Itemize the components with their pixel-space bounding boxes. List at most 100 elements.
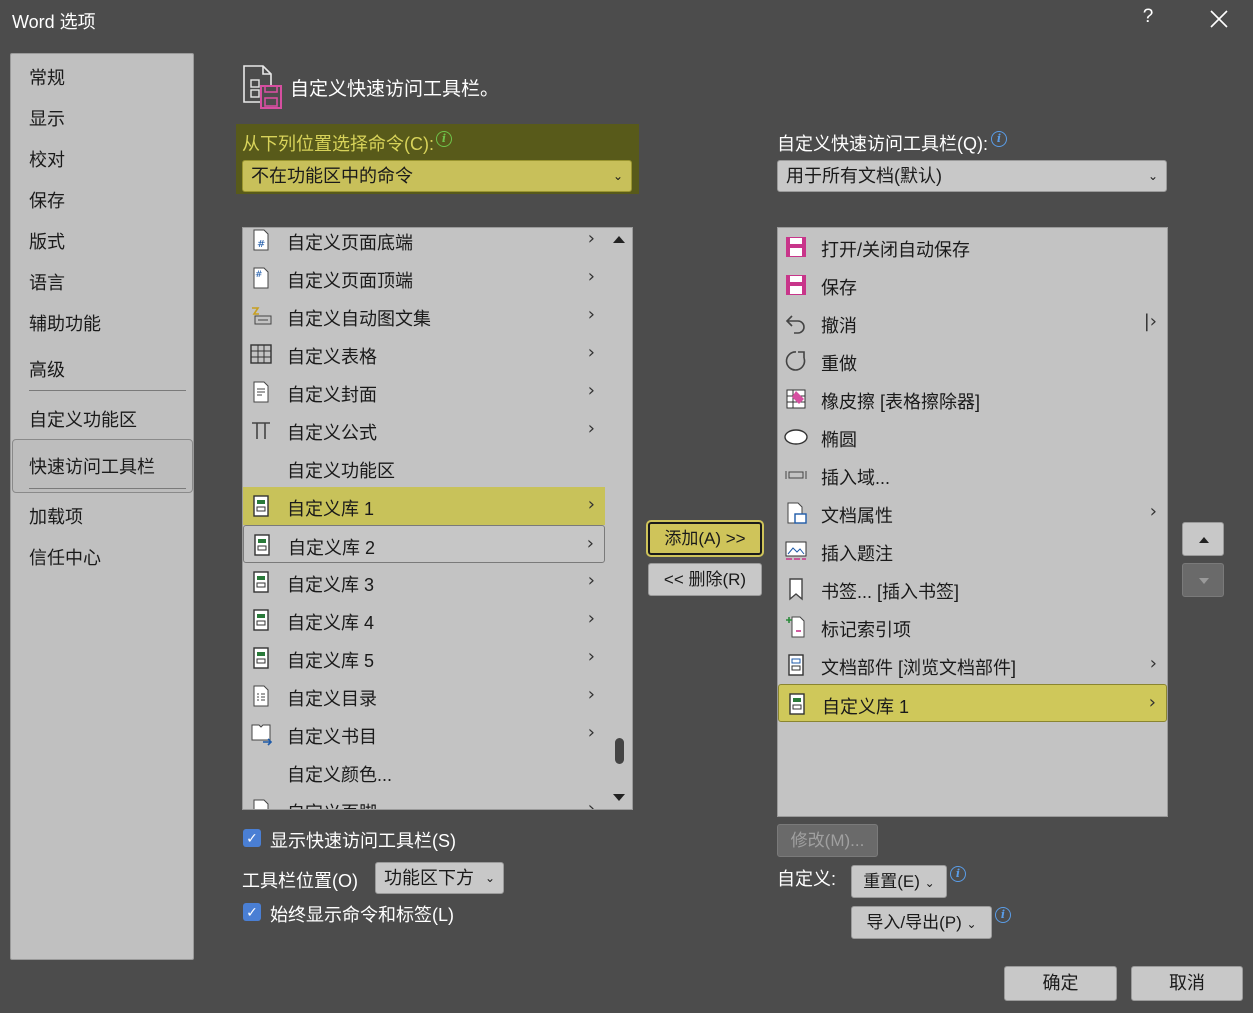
eraser-icon (786, 389, 806, 409)
close-button[interactable] (1206, 5, 1232, 33)
move-down-button[interactable] (1182, 563, 1224, 597)
command-list-item[interactable]: 自定义库 2 › (243, 525, 605, 563)
chevron-right-icon[interactable]: › (588, 494, 595, 515)
item-label: 自定义库 4 (287, 613, 375, 633)
always-show-labels-checkbox[interactable]: ✓ (243, 903, 261, 921)
reset-button[interactable]: 重置(E) ⌄ (851, 865, 947, 898)
command-list-item[interactable]: 自定义目录 › (243, 677, 605, 715)
qat-list-item[interactable]: 文档部件 [浏览文档部件] › (778, 646, 1167, 684)
info-icon[interactable]: i (995, 907, 1011, 923)
commands-list[interactable]: # 自定义页面底端 › # 自定义页面顶端 › 自定义自动图文集 › 自定义表格 › 自定义封面 › 自… (242, 227, 633, 810)
show-qat-checkbox[interactable]: ✓ (243, 829, 261, 847)
item-label: 撤消 (821, 316, 857, 336)
item-label: 自定义表格 (287, 347, 377, 367)
qat-list-item[interactable]: 书签... [插入书签] (778, 570, 1167, 608)
qat-list-item[interactable]: 文档属性 › (778, 494, 1167, 532)
qat-scope-dropdown[interactable]: 用于所有文档(默认) ⌄ (777, 160, 1167, 192)
chevron-right-icon[interactable]: › (588, 608, 595, 629)
qat-list-item[interactable]: 椭圆 (778, 418, 1167, 456)
import-export-label: 导入/导出(P) (866, 913, 962, 932)
qat-list-item[interactable]: 橡皮擦 [表格擦除器] (778, 380, 1167, 418)
qat-list-item[interactable]: 标记索引项 (778, 608, 1167, 646)
ok-button[interactable]: 确定 (1004, 966, 1117, 1001)
chevron-right-icon[interactable]: › (1149, 692, 1156, 713)
chevron-right-icon[interactable]: |› (1144, 311, 1157, 332)
chevron-right-icon[interactable]: › (588, 570, 595, 591)
chevron-right-icon[interactable]: › (1150, 501, 1157, 522)
move-up-button[interactable] (1182, 522, 1224, 556)
chevron-right-icon[interactable]: › (588, 342, 595, 363)
toolbar-position-dropdown[interactable]: 功能区下方 ⌄ (375, 862, 504, 894)
command-list-item[interactable]: 自定义颜色... (243, 753, 605, 791)
qat-commands-list[interactable]: 打开/关闭自动保存 保存撤消 |› 重做 橡皮擦 [表格擦除器] 椭圆 插入域... 文档属性… (777, 227, 1168, 817)
sidebar-item-quick-access-toolbar[interactable]: 快速访问工具栏 (29, 453, 155, 479)
qat-list-item[interactable]: 打开/关闭自动保存 (778, 228, 1167, 266)
item-label: 文档部件 [浏览文档部件] (821, 658, 1017, 678)
qat-list-item[interactable]: 重做 (778, 342, 1167, 380)
chevron-right-icon[interactable]: › (1150, 653, 1157, 674)
qat-list-item[interactable]: 保存 (778, 266, 1167, 304)
chevron-right-icon[interactable]: › (588, 798, 595, 809)
chevron-right-icon[interactable]: › (588, 380, 595, 401)
chevron-right-icon[interactable]: › (588, 228, 595, 249)
command-list-item[interactable]: 自定义公式 › (243, 411, 605, 449)
scroll-up-icon[interactable] (612, 234, 626, 244)
sidebar-item-add-ins[interactable]: 加载项 (29, 503, 83, 529)
modify-button[interactable]: 修改(M)... (777, 824, 878, 857)
sidebar-item-proofing[interactable]: 校对 (29, 146, 65, 172)
command-list-item[interactable]: # 自定义页面底端 › (243, 228, 605, 259)
chevron-right-icon[interactable]: › (588, 266, 595, 287)
info-icon[interactable]: i (991, 131, 1007, 147)
import-export-button[interactable]: 导入/导出(P) ⌄ (851, 906, 992, 939)
command-list-item[interactable]: # 自定义页面顶端 › (243, 259, 605, 297)
commands-scrollbar[interactable] (606, 228, 632, 809)
scrollbar-thumb[interactable] (615, 738, 624, 764)
sidebar-item-language[interactable]: 语言 (29, 269, 65, 295)
sidebar-item-customize-ribbon[interactable]: 自定义功能区 (29, 406, 137, 432)
qat-list-item[interactable]: 撤消 |› (778, 304, 1167, 342)
qat-list-item[interactable]: 插入域... (778, 456, 1167, 494)
chevron-right-icon[interactable]: › (588, 418, 595, 439)
sidebar-item-layout[interactable]: 版式 (29, 228, 65, 254)
command-list-item[interactable]: 自定义表格 › (243, 335, 605, 373)
chevron-right-icon[interactable]: › (587, 533, 594, 554)
command-list-item[interactable]: 自定义功能区 (243, 449, 605, 487)
command-list-item[interactable]: 自定义书目 › (243, 715, 605, 753)
sidebar-item-advanced[interactable]: 高级 (29, 356, 65, 382)
sidebar-item-trust-center[interactable]: 信任中心 (29, 544, 101, 570)
choose-commands-dropdown[interactable]: 不在功能区中的命令 ⌄ (242, 160, 632, 192)
command-list-item[interactable]: 自定义自动图文集 › (243, 297, 605, 335)
command-list-item[interactable]: 自定义库 4 › (243, 601, 605, 639)
info-icon[interactable]: i (950, 866, 966, 882)
command-list-item[interactable]: 自定义库 3 › (243, 563, 605, 601)
oval-icon (784, 429, 808, 445)
command-list-item[interactable]: 自定义封面 › (243, 373, 605, 411)
sidebar-item-accessibility[interactable]: 辅助功能 (29, 310, 101, 336)
item-label: 自定义库 5 (287, 651, 375, 671)
cancel-button[interactable]: 取消 (1131, 966, 1243, 1001)
scroll-down-icon[interactable] (612, 793, 626, 803)
command-list-item[interactable]: 自定义页脚 › (243, 791, 605, 809)
qat-list-item[interactable]: 插入题注 (778, 532, 1167, 570)
help-button[interactable]: ? (1136, 6, 1160, 32)
autotext-icon (252, 307, 272, 325)
command-list-item[interactable]: 自定义库 5 › (243, 639, 605, 677)
pi-icon (252, 422, 270, 439)
info-icon[interactable]: i (436, 131, 452, 147)
add-button[interactable]: 添加(A) >> (646, 520, 764, 557)
chevron-down-icon: ⌄ (484, 871, 495, 885)
chevron-right-icon[interactable]: › (588, 646, 595, 667)
sidebar-item-general[interactable]: 常规 (29, 64, 65, 90)
qat-scope-label: 自定义快速访问工具栏(Q): (777, 134, 988, 154)
sidebar-item-display[interactable]: 显示 (29, 105, 65, 131)
sidebar-item-save[interactable]: 保存 (29, 187, 65, 213)
chevron-right-icon[interactable]: › (588, 304, 595, 325)
close-icon (1210, 10, 1228, 28)
qat-list-item[interactable]: 自定义库 1 › (778, 684, 1167, 722)
command-list-item[interactable]: 自定义库 1 › (243, 487, 605, 525)
remove-button[interactable]: << 删除(R) (648, 563, 762, 596)
chevron-right-icon[interactable]: › (588, 722, 595, 743)
chevron-right-icon[interactable]: › (588, 684, 595, 705)
sidebar: 常规 显示 校对 保存 版式 语言 辅助功能 高级 自定义功能区 快速访问工具栏… (10, 53, 194, 960)
triangle-down-icon (1199, 578, 1209, 584)
